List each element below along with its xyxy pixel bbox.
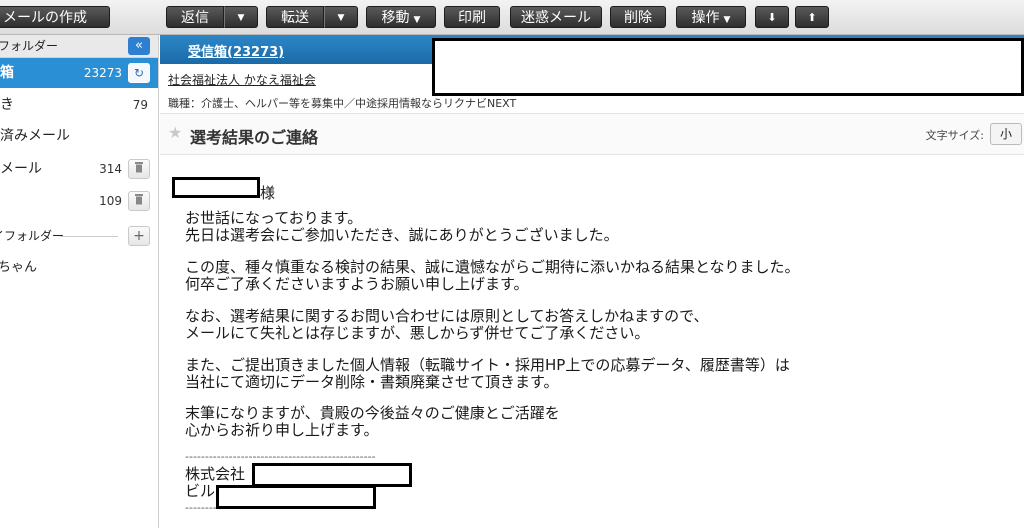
compose-label: メールの作成 <box>3 10 87 26</box>
sidebar-item-label: 信済みメール <box>0 128 70 144</box>
spam-count: 314 <box>99 162 122 176</box>
sidebar-item-label: 惑メール <box>0 161 42 177</box>
company-line: 株式会社 <box>185 465 246 483</box>
trash-count: 109 <box>99 194 122 208</box>
actions-label: 操作 <box>691 10 720 26</box>
forward-button[interactable]: 転送 <box>266 6 324 28</box>
next-message-button[interactable]: ⬇ <box>755 6 789 28</box>
sidebar-item-drafts[interactable]: 書き 79 <box>0 90 158 120</box>
star-icon[interactable]: ★ <box>168 123 182 142</box>
spam-button[interactable]: 迷惑メール <box>510 6 602 28</box>
inbox-tab[interactable]: 受信箱(23273) <box>188 41 284 60</box>
folder-sidebar: フォルダー « 信箱 23273 ↻ 書き 79 信済みメール 惑メール 314… <box>0 35 159 528</box>
ad-link[interactable]: 社会福祉法人 かなえ福祉会 <box>168 71 316 88</box>
body-line: 末筆になりますが、貴殿の今後益々のご健康とご活躍を <box>185 404 560 422</box>
sidebar-item-inbox[interactable]: 信箱 23273 ↻ <box>0 58 158 88</box>
font-size-label: 文字サイズ: <box>925 129 984 142</box>
sidebar-item-sent[interactable]: 信済みメール <box>0 121 158 151</box>
salutation-suffix: 様 <box>260 184 276 202</box>
trash-icon[interactable] <box>128 159 150 179</box>
my-folders-label: イフォルダー <box>0 229 65 243</box>
previous-message-button[interactable]: ⬆ <box>795 6 829 28</box>
arrow-down-icon: ⬇ <box>767 11 777 24</box>
body-line: 当社にて適切にデータ削除・書類廃棄させて頂きます。 <box>185 373 559 391</box>
delete-button[interactable]: 削除 <box>610 6 666 28</box>
reply-button[interactable]: 返信 <box>166 6 224 28</box>
move-button[interactable]: 移動 ▼ <box>366 6 436 28</box>
caret-down-icon: ▼ <box>237 13 245 23</box>
sidebar-item-my-folder[interactable]: ちゃん <box>0 253 158 283</box>
caret-down-icon: ▼ <box>413 15 421 25</box>
body-line: この度、種々慎重なる検討の結果、誠に遺憾ながらご期待に添いかねる結果となりました… <box>185 258 800 276</box>
spam-label: 迷惑メール <box>521 10 591 26</box>
trash-icon[interactable] <box>128 191 150 211</box>
message-subject: 選考結果のご連絡 <box>190 128 319 147</box>
building-redaction <box>216 485 376 509</box>
sidebar-item-label: 書き <box>0 97 14 113</box>
body-line: お世話になっております。 <box>185 209 363 227</box>
delete-label: 削除 <box>624 10 652 26</box>
sidebar-item-spam[interactable]: 惑メール 314 <box>0 154 158 184</box>
actions-button[interactable]: 操作 ▼ <box>676 6 746 28</box>
recipient-redaction <box>172 177 260 198</box>
move-label: 移動 <box>381 10 410 26</box>
caret-down-icon: ▼ <box>723 15 731 25</box>
body-line: 心からお祈り申し上げます。 <box>185 421 379 439</box>
font-size-select[interactable]: 小 <box>990 123 1022 145</box>
folders-heading-label: フォルダー <box>0 39 59 53</box>
body-line: 先日は選考会にご参加いただき、誠にありがとうございました。 <box>185 226 619 244</box>
building-line: ビル <box>185 482 216 500</box>
refresh-icon[interactable]: ↻ <box>128 63 150 83</box>
sidebar-item-label: 信箱 <box>0 65 14 81</box>
sidebar-item-trash[interactable]: 箱 109 <box>0 186 158 216</box>
print-button[interactable]: 印刷 <box>444 6 500 28</box>
forward-dropdown[interactable]: ▼ <box>324 6 358 28</box>
my-folders-heading: イフォルダー + <box>0 225 158 247</box>
redaction-box <box>432 38 1024 96</box>
divider <box>60 236 118 237</box>
caret-down-icon: ▼ <box>337 13 345 23</box>
company-redaction <box>252 463 412 487</box>
draft-count: 79 <box>132 98 148 112</box>
message-pane: 受信箱(23273) 社会福祉法人 かなえ福祉会 職種：介護士、ヘルパー等を募集… <box>160 35 1024 528</box>
body-line: なお、選考結果に関するお問い合わせには原則としてお答えしかねますので、 <box>185 307 709 325</box>
body-line: メールにて失礼とは存じますが、悪しからず併せてご了承ください。 <box>185 324 650 342</box>
unread-count: 23273 <box>83 66 122 80</box>
forward-label: 転送 <box>281 10 309 26</box>
ad-text: 職種：介護士、ヘルパー等を募集中／中途採用情報ならリクナビNEXT <box>168 97 517 110</box>
sidebar-item-label: ちゃん <box>0 260 38 275</box>
collapse-sidebar-icon[interactable]: « <box>128 37 150 55</box>
compose-button[interactable]: メールの作成 <box>0 6 110 28</box>
body-line: また、ご提出頂きました個人情報（転職サイト・採用HP上での応募データ、履歴書等）… <box>185 356 790 374</box>
reply-dropdown[interactable]: ▼ <box>224 6 258 28</box>
arrow-up-icon: ⬆ <box>807 11 817 24</box>
body-line: 何卒ご了承くださいますようお願い申し上げます。 <box>185 275 529 293</box>
print-label: 印刷 <box>458 10 486 26</box>
folders-heading: フォルダー « <box>0 35 158 58</box>
reply-label: 返信 <box>181 10 209 26</box>
subject-bar: ★ 選考結果のご連絡 文字サイズ: 小 <box>160 113 1024 155</box>
toolbar: メールの作成 返信 ▼ 転送 ▼ 移動 ▼ 印刷 迷惑メール 削除 操作 ▼ ⬇ ⬆ <box>0 0 1024 35</box>
add-folder-icon[interactable]: + <box>128 226 150 246</box>
